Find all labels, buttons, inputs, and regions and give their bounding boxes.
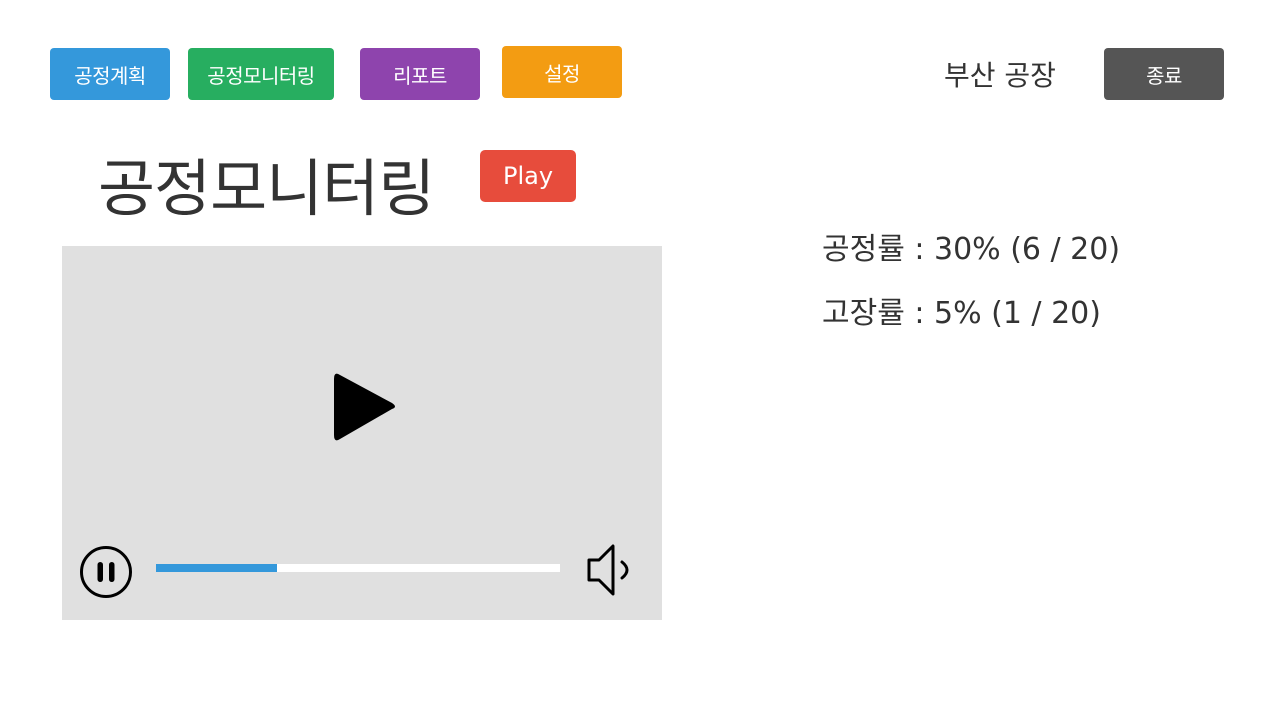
play-button[interactable]: Play [480, 150, 576, 202]
process-rate-text: 공정률 : 30% (6 / 20) [822, 232, 1121, 267]
nav-report-button[interactable]: 리포트 [360, 48, 480, 100]
nav-plan-button[interactable]: 공정계획 [50, 48, 170, 100]
exit-button[interactable]: 종료 [1104, 48, 1224, 100]
nav-setting-button[interactable]: 설정 [502, 46, 622, 98]
video-progress-bar[interactable] [156, 564, 560, 572]
video-progress-fill [156, 564, 278, 572]
factory-name: 부산 공장 [944, 59, 1056, 92]
play-icon[interactable] [332, 371, 398, 443]
video-player[interactable] [62, 246, 662, 620]
nav-monitor-button[interactable]: 공정모니터링 [188, 48, 334, 100]
volume-icon[interactable] [586, 543, 640, 597]
pause-icon[interactable] [79, 545, 133, 599]
page-title: 공정모니터링 [98, 152, 435, 225]
fault-rate-text: 고장률 : 5% (1 / 20) [822, 296, 1101, 331]
page: 공정계획 공정모니터링 리포트 설정 부산 공장 종료 공정모니터링 Play … [0, 0, 1280, 720]
